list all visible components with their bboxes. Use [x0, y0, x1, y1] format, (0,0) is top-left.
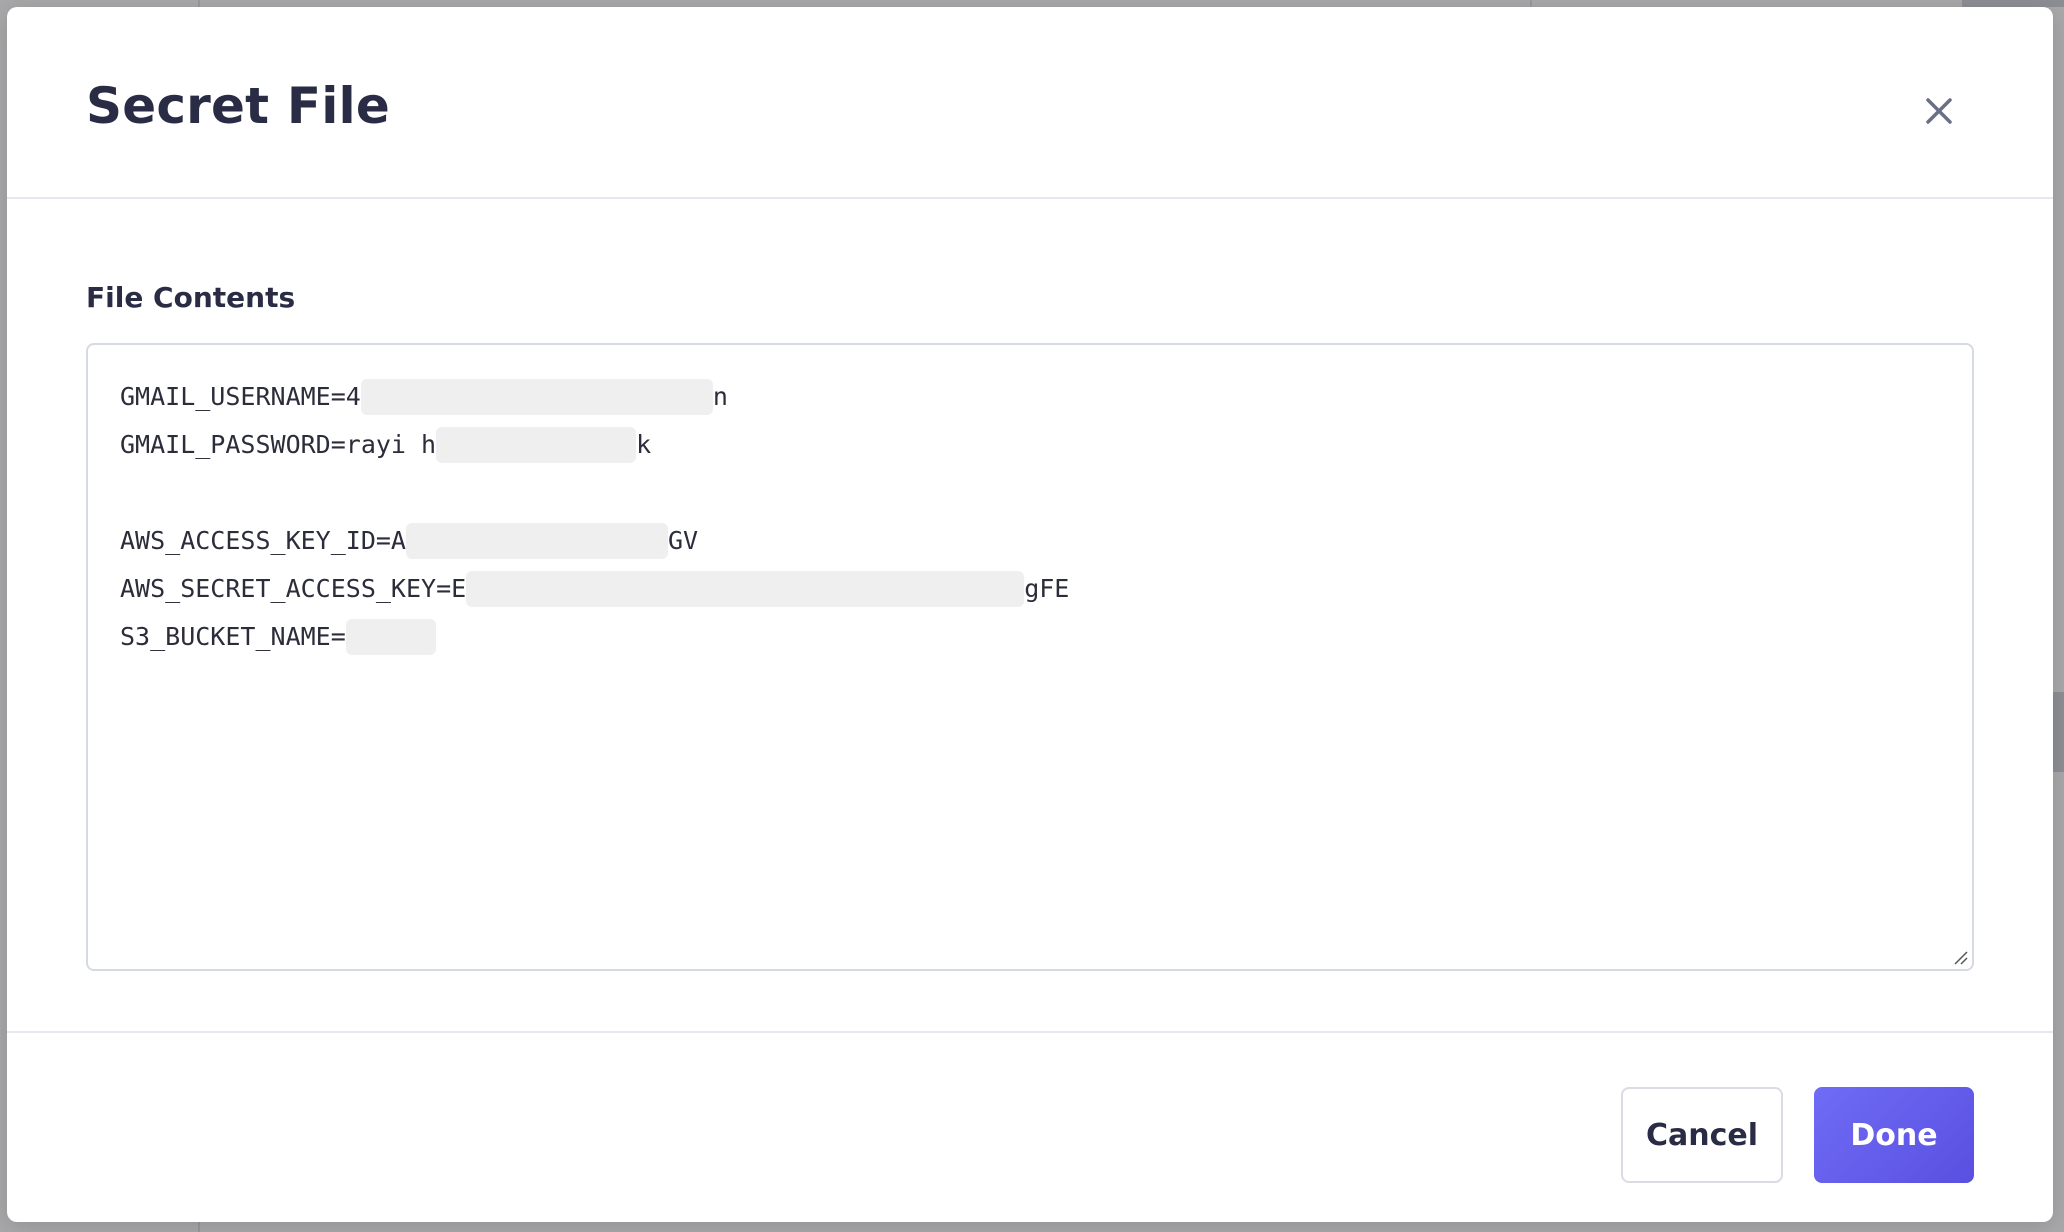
redacted-value — [405, 523, 668, 559]
file-line-aws-access-key-id: AWS_ACCESS_KEY_ID=A GV — [120, 517, 1069, 565]
line-text: AWS_SECRET_ACCESS_KEY=E — [120, 574, 467, 603]
close-button[interactable] — [1917, 89, 1961, 133]
line-text: n — [712, 382, 728, 411]
line-text: AWS_ACCESS_KEY_ID=A — [120, 526, 406, 555]
redacted-value — [345, 619, 436, 655]
file-line-gmail-password: GMAIL_PASSWORD=rayi h k — [120, 421, 1069, 469]
file-line-gmail-username: GMAIL_USERNAME=4 n — [120, 373, 1069, 421]
close-icon — [1926, 98, 1952, 124]
dialog-body: File Contents GMAIL_USERNAME=4 n GMAIL_PA… — [7, 199, 2053, 1031]
dialog-header: Secret File — [7, 7, 2053, 199]
secret-file-dialog: Secret File File Contents GMAIL_USERNAME… — [7, 7, 2053, 1222]
line-text: GV — [667, 526, 699, 555]
background-block — [2053, 692, 2064, 772]
line-text: GMAIL_PASSWORD=rayi h — [120, 430, 437, 459]
redacted-value — [466, 571, 1025, 607]
file-contents-label: File Contents — [86, 281, 296, 314]
dialog-footer: Cancel Done — [7, 1031, 2053, 1222]
file-contents-textarea[interactable]: GMAIL_USERNAME=4 n GMAIL_PASSWORD=rayi h k… — [86, 343, 1974, 971]
resize-handle-icon[interactable] — [1952, 949, 1968, 965]
background-block — [1962, 0, 2064, 7]
redacted-value — [436, 427, 637, 463]
line-text: GMAIL_USERNAME=4 — [120, 382, 361, 411]
line-text: S3_BUCKET_NAME= — [120, 622, 346, 651]
line-text: k — [636, 430, 652, 459]
done-button[interactable]: Done — [1814, 1087, 1974, 1183]
file-line-s3-bucket-name: S3_BUCKET_NAME= — [120, 613, 1069, 661]
line-text: gFE — [1024, 574, 1070, 603]
file-line-aws-secret-access-key: AWS_SECRET_ACCESS_KEY=E gFE — [120, 565, 1069, 613]
dialog-title: Secret File — [86, 77, 390, 135]
file-line-empty — [120, 469, 1069, 517]
cancel-button[interactable]: Cancel — [1621, 1087, 1783, 1183]
redacted-value — [360, 379, 713, 415]
file-contents-lines: GMAIL_USERNAME=4 n GMAIL_PASSWORD=rayi h k… — [120, 373, 1069, 661]
